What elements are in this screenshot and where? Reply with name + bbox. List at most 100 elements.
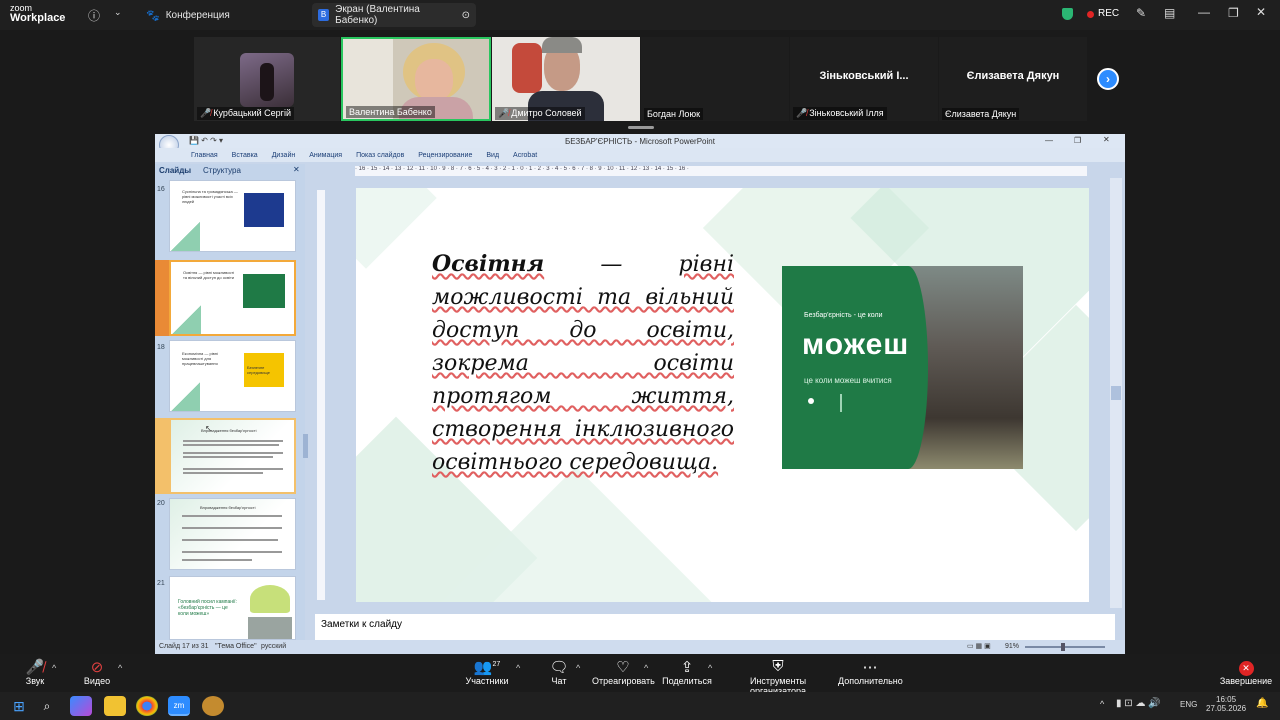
video-button[interactable]: ⊘ Видео bbox=[82, 658, 112, 686]
audio-label: Звук bbox=[25, 676, 45, 686]
slide-image[interactable]: Безбар'єрність - це коли можеш це коли м… bbox=[782, 266, 1023, 469]
avatar bbox=[240, 53, 294, 107]
end-label: Завершение bbox=[1219, 676, 1273, 686]
tab-conference[interactable]: 🐾 Конференция bbox=[140, 3, 236, 27]
face bbox=[415, 59, 453, 101]
ppt-close-icon[interactable]: ✕ bbox=[1103, 135, 1110, 144]
caret-up-icon[interactable]: ^ bbox=[52, 663, 56, 673]
powerpoint-app-icon[interactable] bbox=[202, 696, 224, 716]
clock-time: 16:05 bbox=[1216, 695, 1237, 704]
slide-thumbnail[interactable]: Впровадження безбар'єрності ↖ bbox=[169, 418, 296, 494]
end-button[interactable]: ✕ Завершение bbox=[1218, 658, 1274, 686]
participant-tile[interactable]: Богдан Лоюк bbox=[641, 37, 789, 121]
next-page-arrow-icon[interactable]: › bbox=[1097, 68, 1119, 90]
ribbon-tab-design[interactable]: Дизайн bbox=[272, 152, 296, 159]
ppt-status-bar: Слайд 17 из 31 "Тема Office" русский ▭ ▦… bbox=[155, 640, 1125, 654]
search-icon[interactable]: ⌕ bbox=[36, 696, 58, 716]
pane-close-icon[interactable]: ✕ bbox=[293, 165, 300, 174]
participant-tile[interactable]: 🎤̸ Дмитро Соловей bbox=[492, 37, 640, 121]
tray-icons[interactable]: ▮ ⊡ ☁ 🔊 bbox=[1116, 698, 1161, 709]
copilot-icon[interactable] bbox=[70, 696, 92, 716]
tab-screen-label: Экран (Валентина Бабенко) bbox=[335, 4, 420, 26]
close-icon[interactable]: ✕ bbox=[1256, 5, 1266, 19]
host-tools-button[interactable]: ⛨ Инструменты организатора bbox=[724, 658, 832, 696]
tab-screen-share[interactable]: В Экран (Валентина Бабенко) ⊙ bbox=[312, 3, 476, 27]
slide-thumbnail[interactable]: Економічна — рівні можливості для працев… bbox=[169, 340, 296, 412]
file-explorer-icon[interactable] bbox=[104, 696, 126, 716]
thumb-photo bbox=[248, 617, 292, 639]
windows-start-icon[interactable]: ⊞ bbox=[8, 696, 30, 716]
tab-outline[interactable]: Структура bbox=[203, 166, 241, 175]
ribbon-tab-review[interactable]: Рецензирование bbox=[418, 152, 472, 159]
info-icon[interactable]: ⓘ bbox=[88, 7, 100, 24]
slide-thumbnail[interactable]: Суспільна та громадянська — рівні можлив… bbox=[169, 180, 296, 252]
presenter-badge: В bbox=[318, 9, 330, 21]
chevron-down-icon[interactable]: ⌄ bbox=[114, 7, 122, 18]
caret-up-icon[interactable]: ^ bbox=[516, 663, 520, 673]
zoom-slider[interactable] bbox=[1025, 646, 1105, 648]
chrome-icon[interactable] bbox=[136, 696, 158, 716]
paw-icon: 🐾 bbox=[146, 9, 160, 22]
audio-button[interactable]: 🎤̸ Звук bbox=[20, 658, 50, 686]
ribbon-tab-animation[interactable]: Анимация bbox=[309, 152, 342, 159]
chat-button[interactable]: 🗨 Чат bbox=[546, 658, 572, 686]
ppt-minimize-icon[interactable]: — bbox=[1045, 136, 1053, 145]
thumb-text: Суспільна та громадянська — рівні можлив… bbox=[182, 189, 238, 204]
video-label: Видео bbox=[83, 676, 111, 686]
participant-name: 🎤̸ Курбацький Сергій bbox=[197, 107, 294, 120]
image-caption: Безбар'єрність - це коли bbox=[804, 312, 883, 319]
drag-handle[interactable] bbox=[628, 126, 654, 129]
caret-up-icon[interactable]: ^ bbox=[118, 663, 122, 673]
clipboard-icon[interactable]: ▤ bbox=[1164, 6, 1175, 20]
pen-icon[interactable]: ✎ bbox=[1136, 6, 1146, 20]
slide-body-text[interactable]: Освітня — рівні можливості та вільний до… bbox=[432, 248, 734, 479]
selected-indicator bbox=[155, 260, 169, 336]
view-buttons-icon[interactable]: ▭ ▦ ▣ bbox=[967, 642, 991, 650]
thumb-line bbox=[182, 515, 282, 517]
image-brand: можеш bbox=[802, 328, 910, 361]
restore-icon[interactable]: ❐ bbox=[1228, 6, 1239, 20]
react-label: Отреагировать bbox=[592, 676, 655, 686]
more-icon[interactable]: ⊙ bbox=[462, 10, 470, 21]
ribbon-tab-home[interactable]: Главная bbox=[191, 152, 218, 159]
caret-up-icon[interactable]: ^ bbox=[576, 663, 580, 673]
tab-conference-label: Конференция bbox=[165, 9, 230, 21]
caret-up-icon[interactable]: ^ bbox=[644, 663, 648, 673]
image-subcaption: це коли можеш вчитися bbox=[804, 376, 892, 385]
pane-scrollbar[interactable] bbox=[303, 434, 308, 458]
ribbon-tab-acrobat[interactable]: Acrobat bbox=[513, 152, 537, 159]
slide-canvas[interactable]: Освітня — рівні можливості та вільний до… bbox=[356, 188, 1089, 602]
zoom-slider-thumb[interactable] bbox=[1061, 643, 1065, 651]
share-screen-icon: ⇪ bbox=[680, 659, 694, 676]
ribbon-tab-insert[interactable]: Вставка bbox=[232, 152, 258, 159]
participant-tile[interactable]: 🎤̸ Курбацький Сергій bbox=[194, 37, 340, 121]
more-button[interactable]: ⋯ Дополнительно bbox=[838, 658, 903, 686]
slide-definition: рівні можливості та вільний доступ до ос… bbox=[432, 252, 734, 475]
slide-thumbnail[interactable]: Головний посил кампанії: «безбар'єрність… bbox=[169, 576, 296, 640]
zoom-level: 91% bbox=[1005, 643, 1020, 650]
language-indicator[interactable]: ENG bbox=[1180, 700, 1197, 709]
ribbon-tab-slideshow[interactable]: Показ слайдов bbox=[356, 152, 404, 159]
ribbon-tab-view[interactable]: Вид bbox=[486, 152, 499, 159]
share-button[interactable]: ⇪ Поделиться bbox=[662, 658, 712, 686]
shield-icon[interactable] bbox=[1062, 8, 1073, 20]
tray-chevron-icon[interactable]: ^ bbox=[1100, 699, 1104, 709]
minimize-icon[interactable]: — bbox=[1198, 5, 1210, 19]
participant-tile-active-speaker[interactable]: Валентина Бабенко bbox=[341, 37, 491, 121]
clock[interactable]: 16:05 27.05.2026 bbox=[1206, 695, 1246, 713]
meeting-controls: 🎤̸ Звук ^ ⊘ Видео ^ 👥27 Участники ^ 🗨 Ча… bbox=[0, 654, 1280, 696]
slide-thumbnail-selected[interactable]: Освітня — рівні можливості та вільний до… bbox=[169, 260, 296, 336]
tab-slides[interactable]: Слайды bbox=[159, 166, 191, 175]
participant-tile[interactable]: Єлизавета Дякун Єлизавета Дякун bbox=[939, 37, 1087, 121]
scrollbar-thumb[interactable] bbox=[1111, 386, 1121, 400]
slide-thumbnail[interactable]: Впровадження безбар'єрності bbox=[169, 498, 296, 570]
zoom-app-icon[interactable]: zm bbox=[168, 696, 190, 716]
caret-up-icon[interactable]: ^ bbox=[708, 663, 712, 673]
ppt-restore-icon[interactable]: ❐ bbox=[1074, 136, 1081, 145]
notification-icon[interactable]: 🔔 bbox=[1256, 698, 1268, 709]
participant-tile[interactable]: Зіньковський І... 🎤̸ Зіньковський Ілля bbox=[790, 37, 938, 121]
notes-pane[interactable]: Заметки к слайду bbox=[315, 614, 1115, 640]
rec-label[interactable]: REC bbox=[1098, 8, 1119, 19]
mic-muted-icon: 🎤̸ bbox=[25, 659, 45, 676]
participants-button[interactable]: 👥27 Участники bbox=[462, 658, 512, 686]
